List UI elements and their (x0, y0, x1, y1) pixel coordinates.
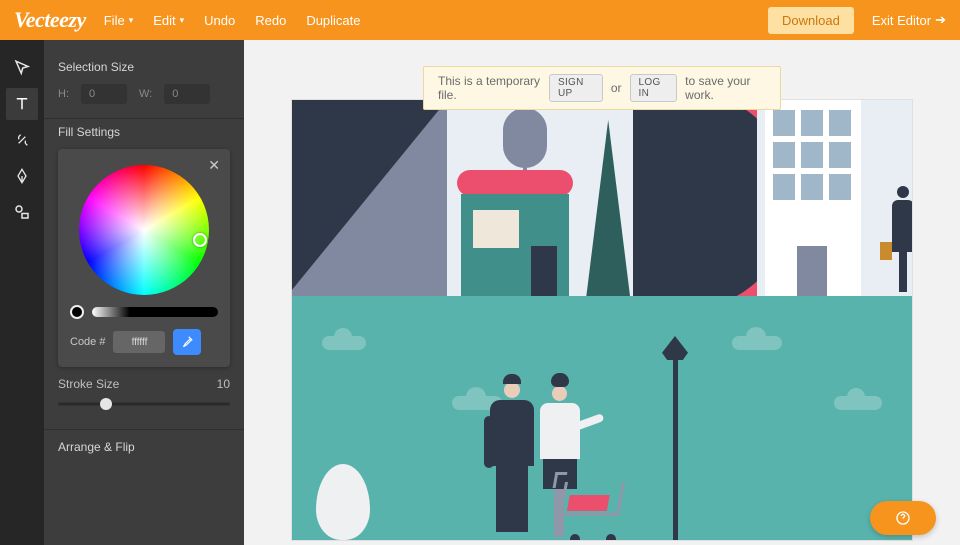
login-button[interactable]: LOG IN (630, 74, 678, 102)
notice-prefix: This is a temporary file. (438, 74, 541, 102)
top-menu: File ▾ Edit ▾ Undo Redo Duplicate (104, 13, 361, 28)
tool-pen[interactable] (6, 160, 38, 192)
notice-suffix: to save your work. (685, 74, 766, 102)
chevron-down-icon: ▾ (180, 15, 185, 26)
lightness-handle[interactable] (70, 305, 84, 319)
tool-strip (0, 40, 44, 545)
stroke-size-label: Stroke Size (58, 377, 119, 391)
color-code-row: Code # (70, 329, 218, 355)
close-icon[interactable]: ✕ (208, 157, 220, 174)
fill-settings-title: Fill Settings (58, 125, 230, 139)
notice-or: or (611, 81, 622, 95)
inspector-panel: Selection Size H: W: Fill Settings ✕ Cod… (44, 40, 244, 545)
arrange-flip-title: Arrange & Flip (58, 440, 230, 454)
stroke-size-value: 10 (217, 377, 230, 391)
width-input[interactable] (164, 84, 210, 104)
temp-file-notice: This is a temporary file. SIGN UP or LOG… (423, 66, 781, 110)
stroke-size-row: Stroke Size 10 (58, 377, 230, 391)
color-code-input[interactable] (113, 331, 165, 353)
color-wheel[interactable] (79, 165, 209, 295)
tool-transform[interactable] (6, 124, 38, 156)
eyedropper-button[interactable] (173, 329, 201, 355)
slider-thumb[interactable] (100, 398, 112, 410)
lightness-track (92, 307, 218, 317)
height-input[interactable] (81, 84, 127, 104)
width-label: W: (139, 88, 152, 100)
color-wheel-cursor[interactable] (193, 233, 207, 247)
menu-edit-label: Edit (153, 13, 175, 28)
menu-file-label: File (104, 13, 125, 28)
menu-redo[interactable]: Redo (255, 13, 286, 28)
exit-editor-button[interactable]: Exit Editor ➔ (872, 12, 946, 28)
chevron-down-icon: ▾ (129, 15, 134, 26)
fill-settings-popover: ✕ Code # (58, 149, 230, 367)
menu-undo[interactable]: Undo (204, 13, 235, 28)
stroke-size-slider[interactable] (58, 397, 230, 411)
help-button[interactable] (870, 501, 936, 535)
tool-select[interactable] (6, 52, 38, 84)
illustration-bottom (292, 296, 912, 540)
artboard[interactable] (292, 100, 912, 540)
signup-button[interactable]: SIGN UP (549, 74, 603, 102)
tool-text[interactable] (6, 88, 38, 120)
code-label: Code # (70, 336, 105, 348)
exit-label: Exit Editor (872, 13, 931, 28)
selection-size-title: Selection Size (58, 60, 230, 74)
logo: Vecteezy (14, 7, 86, 33)
lightness-slider[interactable] (70, 305, 218, 319)
height-label: H: (58, 88, 69, 100)
illustration-top (292, 100, 912, 296)
menu-duplicate[interactable]: Duplicate (306, 13, 360, 28)
tool-shapes[interactable] (6, 196, 38, 228)
menu-edit[interactable]: Edit ▾ (153, 13, 184, 28)
download-button[interactable]: Download (768, 7, 854, 34)
canvas-area: This is a temporary file. SIGN UP or LOG… (244, 40, 960, 545)
arrow-right-icon: ➔ (935, 12, 946, 28)
top-bar: Vecteezy File ▾ Edit ▾ Undo Redo Duplicate… (0, 0, 960, 40)
size-row: H: W: (58, 84, 230, 104)
menu-file[interactable]: File ▾ (104, 13, 133, 28)
